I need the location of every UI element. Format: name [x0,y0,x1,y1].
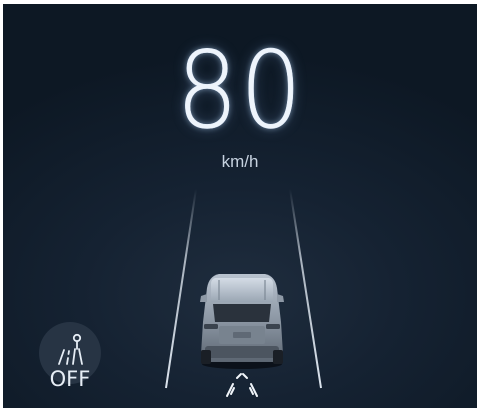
driver-display: 80 km/h OFF [3,4,477,408]
lane-keep-assist-status: OFF [39,322,105,392]
lane-keep-status-text: OFF [49,367,91,391]
left-lane-line [165,188,197,389]
speed-unit: km/h [221,152,259,171]
right-lane-line [289,188,322,389]
current-speed: 80 [176,29,304,152]
driver-assist-indicator-icon [226,373,258,397]
ego-vehicle-icon [200,274,284,369]
